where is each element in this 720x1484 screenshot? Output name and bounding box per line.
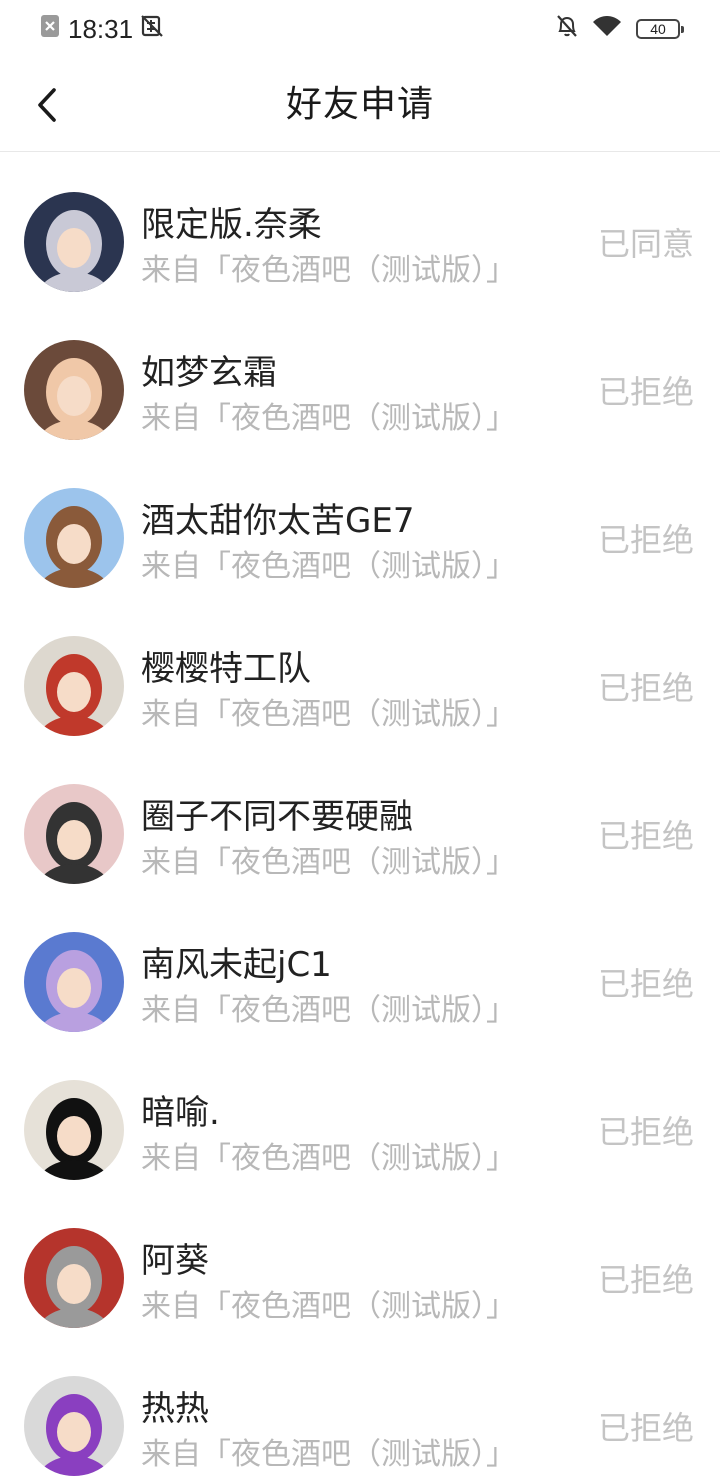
- requester-name: 限定版.奈柔: [141, 205, 322, 245]
- request-status: 已拒绝: [597, 965, 694, 1003]
- friend-request-item[interactable]: 酒太甜你太苦GE7 来自「夜色酒吧（测试版）」 已拒绝: [0, 448, 720, 596]
- avatar[interactable]: [24, 488, 124, 588]
- avatar[interactable]: [24, 1080, 124, 1180]
- friend-request-list: 限定版.奈柔 来自「夜色酒吧（测试版）」 已同意 如梦玄霜 来自「夜色酒吧（测试版）」已…: [0, 152, 720, 1484]
- friend-request-item[interactable]: 如梦玄霜来自「夜色酒吧（测试版）」 已拒绝: [0, 300, 720, 448]
- silent-icon: [141, 14, 163, 45]
- battery-icon: 40: [636, 19, 684, 39]
- avatar[interactable]: [24, 932, 124, 1032]
- wifi-icon: [592, 14, 622, 45]
- status-bar-left: 18:31: [40, 14, 163, 44]
- friend-request-item[interactable]: 暗喻. 来自「夜色酒吧（测试版）」 已拒绝: [0, 1040, 720, 1188]
- request-status: 已拒绝: [597, 817, 694, 855]
- request-source: 来自「夜色酒吧（测试版）」: [141, 845, 516, 880]
- request-source: 来自「夜色酒吧（测试版）」: [141, 253, 516, 288]
- request-source: 来自「夜色酒吧（测试版）」: [141, 549, 516, 584]
- friend-request-item[interactable]: 阿葵来自「夜色酒吧（测试版）」 已拒绝: [0, 1188, 720, 1336]
- requester-name: 酒太甜你太苦GE7: [141, 501, 415, 541]
- clock: 18:31: [68, 14, 134, 44]
- avatar[interactable]: [24, 1228, 124, 1328]
- requester-name: 热热: [141, 1389, 209, 1429]
- request-source: 来自「夜色酒吧（测试版）」: [141, 1141, 516, 1176]
- request-status: 已拒绝: [597, 521, 694, 559]
- avatar[interactable]: [24, 636, 124, 736]
- requester-name: 樱樱特工队: [141, 649, 311, 689]
- friend-request-item[interactable]: 樱樱特工队来自「夜色酒吧（测试版）」 已拒绝: [0, 596, 720, 744]
- page-title: 好友申请: [285, 84, 434, 125]
- requester-name: 阿葵: [141, 1241, 209, 1281]
- request-status: 已拒绝: [597, 373, 694, 411]
- request-source: 来自「夜色酒吧（测试版）」: [141, 1289, 516, 1324]
- navigation-bar: 好友申请: [0, 58, 720, 152]
- requester-name: 暗喻.: [141, 1093, 220, 1133]
- status-bar-right: 40: [556, 14, 684, 45]
- avatar[interactable]: [24, 1376, 124, 1476]
- bell-off-icon: [556, 14, 578, 45]
- request-source: 来自「夜色酒吧（测试版）」: [141, 1437, 516, 1472]
- friend-request-item[interactable]: 限定版.奈柔来自「夜色酒吧（测试版）」 已同意: [0, 152, 720, 300]
- avatar[interactable]: [24, 192, 124, 292]
- requester-name: 南风未起jC1: [141, 945, 332, 985]
- avatar[interactable]: [24, 340, 124, 440]
- friend-request-item[interactable]: 圈子不同不要硬融来自「夜色酒吧（测试版）」 已拒绝: [0, 744, 720, 892]
- status-bar: 18:31 40: [0, 0, 720, 58]
- request-source: 来自「夜色酒吧（测试版）」: [141, 401, 516, 436]
- requester-name: 圈子不同不要硬融: [141, 797, 413, 837]
- request-status: 已拒绝: [597, 1261, 694, 1299]
- request-status: 已拒绝: [597, 1409, 694, 1447]
- requester-name: 如梦玄霜: [141, 353, 277, 393]
- notification-x-icon: [40, 14, 60, 45]
- request-status: 已同意: [597, 225, 694, 263]
- request-source: 来自「夜色酒吧（测试版）」: [141, 993, 516, 1028]
- request-status: 已拒绝: [597, 1113, 694, 1151]
- request-status: 已拒绝: [597, 669, 694, 707]
- friend-request-item[interactable]: 南风未起jC1 来自「夜色酒吧（测试版）」 已拒绝: [0, 892, 720, 1040]
- avatar[interactable]: [24, 784, 124, 884]
- friend-request-item[interactable]: 热热来自「夜色酒吧（测试版）」 已拒绝: [0, 1336, 720, 1484]
- request-source: 来自「夜色酒吧（测试版）」: [141, 697, 516, 732]
